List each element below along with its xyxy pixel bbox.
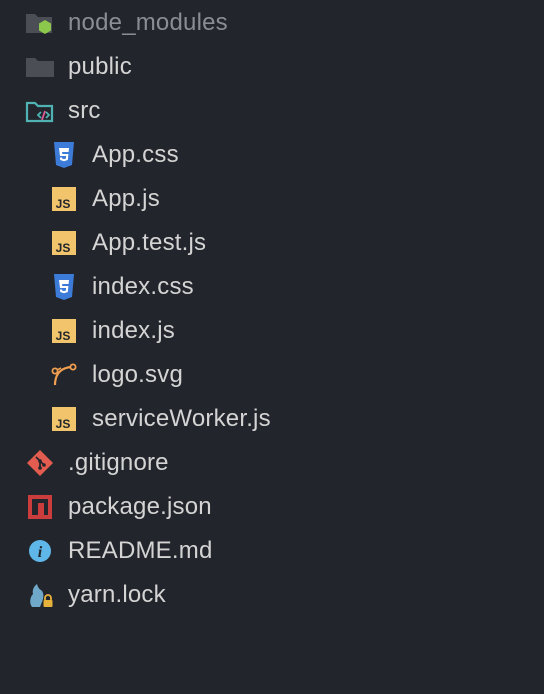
tree-item-label: logo.svg [92, 361, 183, 388]
tree-item-label: .gitignore [68, 449, 169, 476]
file-explorer-tree: node_modules public src App.css JS App.j… [0, 0, 544, 694]
tree-item-label: App.css [92, 141, 179, 168]
tree-item-index-css[interactable]: index.css [0, 267, 194, 307]
svg-curve-icon [48, 359, 80, 391]
tree-item-yarn-lock[interactable]: yarn.lock [0, 575, 166, 615]
javascript-icon: JS [48, 315, 80, 347]
tree-item-node-modules[interactable]: node_modules [0, 3, 228, 43]
tree-item-readme-md[interactable]: i README.md [0, 531, 213, 571]
tree-item-label: yarn.lock [68, 581, 166, 608]
tree-item-label: serviceWorker.js [92, 405, 271, 432]
svg-text:JS: JS [56, 329, 71, 343]
tree-item-app-js[interactable]: JS App.js [0, 179, 160, 219]
nodejs-folder-icon [24, 7, 56, 39]
tree-item-serviceworker-js[interactable]: JS serviceWorker.js [0, 399, 271, 439]
tree-item-app-test-js[interactable]: JS App.test.js [0, 223, 206, 263]
folder-icon [24, 51, 56, 83]
npm-icon [24, 491, 56, 523]
info-icon: i [24, 535, 56, 567]
tree-item-label: index.css [92, 273, 194, 300]
tree-item-label: App.js [92, 185, 160, 212]
tree-item-index-js[interactable]: JS index.js [0, 311, 175, 351]
tree-item-app-css[interactable]: App.css [0, 135, 179, 175]
yarn-lock-icon [24, 579, 56, 611]
tree-item-label: index.js [92, 317, 175, 344]
javascript-icon: JS [48, 183, 80, 215]
tree-item-src[interactable]: src [0, 91, 101, 131]
svg-text:JS: JS [56, 417, 71, 431]
css3-icon [48, 271, 80, 303]
tree-item-gitignore[interactable]: .gitignore [0, 443, 169, 483]
tree-item-label: public [68, 53, 132, 80]
tree-item-label: src [68, 97, 101, 124]
tree-item-label: README.md [68, 537, 213, 564]
svg-text:JS: JS [56, 241, 71, 255]
tree-item-label: node_modules [68, 9, 228, 36]
tree-item-logo-svg[interactable]: logo.svg [0, 355, 183, 395]
css3-icon [48, 139, 80, 171]
source-folder-open-icon [24, 95, 56, 127]
tree-item-package-json[interactable]: package.json [0, 487, 212, 527]
svg-text:JS: JS [56, 197, 71, 211]
tree-item-label: package.json [68, 493, 212, 520]
tree-item-public[interactable]: public [0, 47, 132, 87]
javascript-icon: JS [48, 403, 80, 435]
tree-item-label: App.test.js [92, 229, 207, 256]
javascript-icon: JS [48, 227, 80, 259]
svg-text:i: i [38, 544, 43, 561]
git-icon [24, 447, 56, 479]
